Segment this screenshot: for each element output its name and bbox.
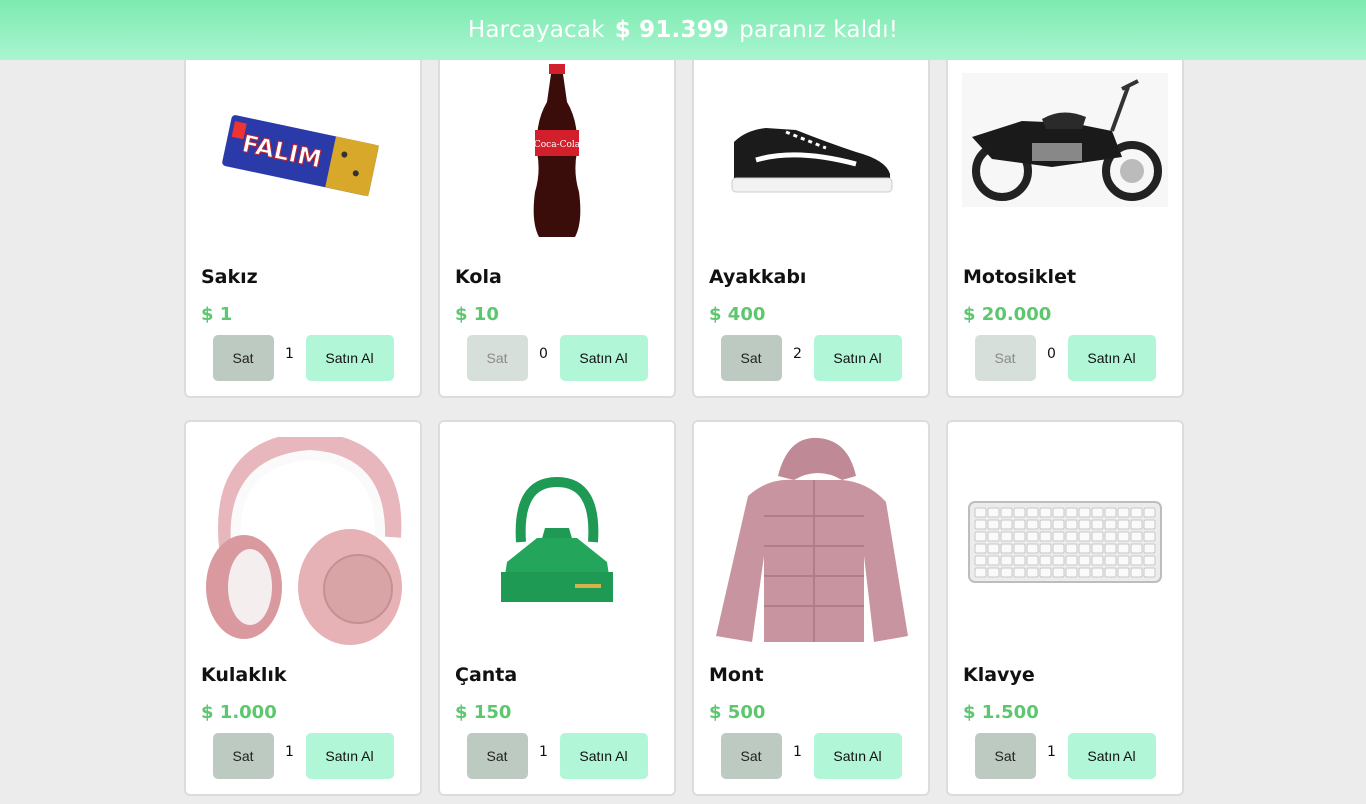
owned-count: 1 [793,744,802,760]
sell-button[interactable]: Sat [974,335,1036,381]
buy-button[interactable]: Satın Al [559,335,648,381]
banner-prefix: Harcayacak [467,17,605,43]
product-name: Çanta [455,664,518,686]
sell-button[interactable]: Sat [466,733,528,779]
sell-button[interactable]: Sat [720,733,782,779]
product-card: Coca-Cola Kola $ 10 Sat 0 Satın Al [438,22,676,398]
product-price: $ 1.500 [963,702,1039,723]
product-actions: Sat 1 Satın Al [186,335,420,381]
product-actions: Sat 2 Satın Al [694,335,928,381]
product-actions: Sat 1 Satın Al [948,733,1182,779]
product-image [454,432,660,652]
product-price: $ 10 [455,304,499,325]
svg-text:Coca-Cola: Coca-Cola [534,140,581,150]
product-card: Çanta $ 150 Sat 1 Satın Al [438,420,676,796]
remaining-amount: $ 91.399 [614,17,730,43]
buy-button[interactable]: Satın Al [813,335,902,381]
sell-button[interactable]: Sat [212,733,274,779]
product-actions: Sat 1 Satın Al [694,733,928,779]
product-card: Kulaklık $ 1.000 Sat 1 Satın Al [184,420,422,796]
product-actions: Sat 0 Satın Al [948,335,1182,381]
buy-button[interactable]: Satın Al [1067,733,1156,779]
product-name: Ayakkabı [709,266,807,288]
sell-button[interactable]: Sat [212,335,274,381]
owned-count: 1 [1047,744,1056,760]
product-actions: Sat 1 Satın Al [186,733,420,779]
owned-count: 1 [285,346,294,362]
sell-button[interactable]: Sat [720,335,782,381]
buy-button[interactable]: Satın Al [559,733,648,779]
product-name: Kulaklık [201,664,287,686]
product-price: $ 400 [709,304,766,325]
sell-button[interactable]: Sat [466,335,528,381]
product-actions: Sat 0 Satın Al [440,335,674,381]
product-card: Ayakkabı $ 400 Sat 2 Satın Al [692,22,930,398]
product-price: $ 20.000 [963,304,1052,325]
product-price: $ 500 [709,702,766,723]
buy-button[interactable]: Satın Al [813,733,902,779]
product-image: FALIM [200,62,406,252]
product-image [962,62,1168,212]
product-price: $ 1.000 [201,702,277,723]
product-grid: FALIM Sakız $ 1 Sat 1 Satın Al Coca-Cola… [184,22,1184,796]
product-name: Klavye [963,664,1035,686]
product-image [708,432,914,652]
owned-count: 1 [285,744,294,760]
buy-button[interactable]: Satın Al [1067,335,1156,381]
product-image [962,432,1168,652]
product-image [708,62,914,252]
product-name: Motosiklet [963,266,1077,288]
owned-count: 0 [1047,346,1056,362]
product-name: Kola [455,266,502,288]
product-image: Coca-Cola [454,62,660,242]
buy-button[interactable]: Satın Al [305,335,394,381]
owned-count: 0 [539,346,548,362]
product-image [200,432,406,652]
banner-suffix: paranız kaldı! [739,17,899,43]
remaining-money-banner: Harcayacak $ 91.399 paranız kaldı! [0,0,1366,60]
sell-button[interactable]: Sat [974,733,1036,779]
buy-button[interactable]: Satın Al [305,733,394,779]
owned-count: 1 [539,744,548,760]
product-price: $ 150 [455,702,512,723]
product-card: Mont $ 500 Sat 1 Satın Al [692,420,930,796]
product-actions: Sat 1 Satın Al [440,733,674,779]
owned-count: 2 [793,346,802,362]
product-name: Sakız [201,266,258,288]
product-card: Klavye $ 1.500 Sat 1 Satın Al [946,420,1184,796]
product-card: FALIM Sakız $ 1 Sat 1 Satın Al [184,22,422,398]
product-price: $ 1 [201,304,233,325]
product-name: Mont [709,664,764,686]
product-card: Motosiklet $ 20.000 Sat 0 Satın Al [946,22,1184,398]
